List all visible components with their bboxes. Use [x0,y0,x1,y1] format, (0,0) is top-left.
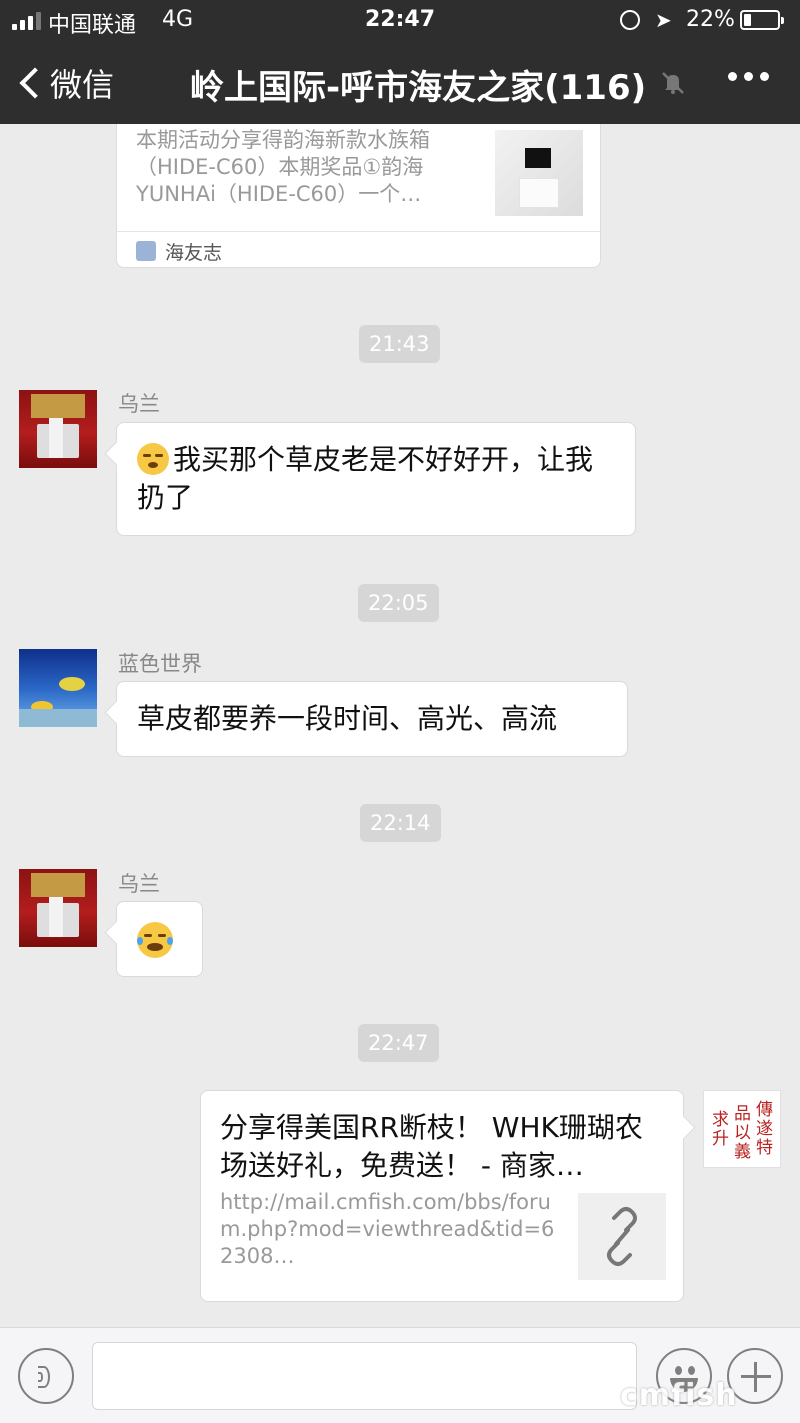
timestamp-chip: 22:14 [360,804,441,842]
link-title: 分享得美国RR断枝！ WHK珊瑚农场送好礼，免费送！ - 商家… [220,1111,643,1182]
watermark: cmfish [620,1378,738,1413]
link-icon [607,1207,637,1266]
battery-percent: 22% [686,7,735,32]
article-thumbnail [495,130,583,216]
timestamp-chip: 21:43 [359,325,440,363]
chat-header: 微信 岭上国际-呼市海友之家(116) [0,40,800,124]
battery-icon [740,10,784,30]
sender-name: 乌兰 [118,392,160,416]
location-arrow-icon: ➤ [655,8,672,32]
status-bar: 中国联通 4G 22:47 ➤ 22% [0,0,800,40]
shared-link-card[interactable]: 分享得美国RR断枝！ WHK珊瑚农场送好礼，免费送！ - 商家… http://… [200,1090,684,1302]
sender-name: 乌兰 [118,872,160,896]
source-app-icon [136,241,156,261]
message-list[interactable]: 本期活动分享得韵海新款水族箱（HIDE-C60）本期奖品①韵海YUNHAi（HI… [0,124,800,1327]
crying-laughing-emoji-icon [137,922,173,958]
link-thumbnail [578,1193,666,1280]
link-url: http://mail.cmfish.com/bbs/forum.php?mod… [220,1190,555,1268]
status-time: 22:47 [364,7,436,32]
back-button[interactable]: 微信 [14,60,114,106]
sleepy-face-emoji-icon [137,443,169,475]
my-avatar[interactable]: 傳遂特 品以義 求升 [703,1090,781,1168]
mute-bell-icon [662,72,684,94]
avatar[interactable] [19,649,97,727]
message-bubble[interactable]: 草皮都要养一段时间、高光、高流 [116,681,628,757]
message-bubble[interactable]: 我买那个草皮老是不好好开，让我扔了 [116,422,636,536]
card-divider [117,231,600,232]
message-bubble[interactable] [116,901,203,977]
rotation-lock-icon [620,10,640,30]
more-icon [728,72,737,81]
avatar[interactable] [19,390,97,468]
more-button[interactable] [728,72,769,81]
timestamp-chip: 22:05 [358,584,439,622]
chat-title: 岭上国际-呼市海友之家(116) [190,68,647,108]
voice-button[interactable] [18,1348,74,1404]
sender-name: 蓝色世界 [118,652,202,676]
article-description: 本期活动分享得韵海新款水族箱（HIDE-C60）本期奖品①韵海YUNHAi（HI… [136,128,430,206]
message-text: 我买那个草皮老是不好好开，让我扔了 [137,443,594,514]
shared-article-card[interactable]: 本期活动分享得韵海新款水族箱（HIDE-C60）本期奖品①韵海YUNHAi（HI… [116,124,601,268]
back-label: 微信 [50,66,115,104]
message-input[interactable] [92,1342,637,1410]
timestamp-chip: 22:47 [358,1024,439,1062]
chevron-left-icon [19,67,51,99]
article-source: 海友志 [165,242,223,264]
message-text: 草皮都要养一段时间、高光、高流 [137,702,558,735]
avatar[interactable] [19,869,97,947]
